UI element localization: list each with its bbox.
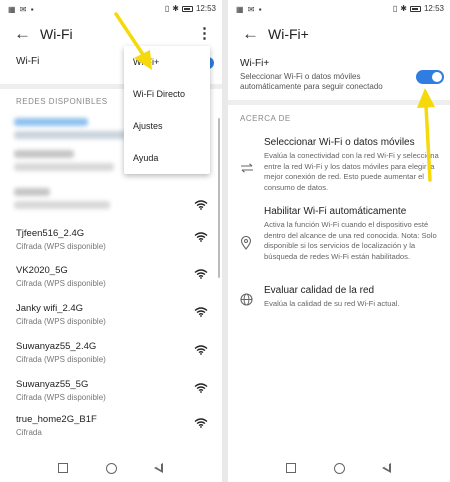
network-security: Cifrada [16, 428, 42, 437]
info-item-description: Evalúa la calidad de su red Wi-Fi actual… [264, 299, 400, 308]
network-list-item[interactable]: true_home2G_B1F Cifrada [16, 414, 212, 452]
wifi-signal-icon [194, 383, 208, 393]
status-time: 12:53 [423, 4, 444, 13]
swap-arrows-icon [241, 163, 253, 173]
wifi-signal-icon [194, 269, 208, 279]
about-header: ACERCA DE [240, 114, 291, 123]
overflow-menu-icon[interactable]: ⋮ [197, 25, 212, 43]
info-item-auto-enable: Habilitar Wi-Fi automáticamente Activa l… [264, 206, 442, 262]
recent-apps-icon[interactable] [286, 463, 296, 473]
status-bar: ▦ ✉ ▪ ▯ ✱ 12:53 [0, 0, 222, 20]
info-item-description: Evalúa la conectividad con la red Wi-Fi … [264, 151, 439, 192]
navigation-bar [0, 454, 222, 482]
network-name: Tjfeen516_2.4G [16, 228, 85, 239]
network-list-item[interactable]: Tjfeen516_2.4G Cifrada (WPS disponible) [16, 228, 212, 266]
home-icon[interactable] [334, 463, 345, 474]
wifi-plus-description: Seleccionar Wi-Fi o datos móviles automá… [240, 72, 383, 91]
network-security: Cifrada (WPS disponible) [16, 317, 106, 326]
vibrate-icon: ▯ [392, 4, 398, 13]
network-name: VK2020_5G [16, 265, 68, 276]
network-name: Suwanyaz55_2.4G [16, 341, 97, 352]
navigation-bar [228, 454, 450, 482]
info-item-evaluate-quality: Evaluar calidad de la red Evalúa la cali… [264, 285, 442, 310]
home-icon[interactable] [106, 463, 117, 474]
vibrate-icon: ▯ [164, 4, 170, 13]
bluetooth-icon: ✱ [400, 4, 407, 13]
info-item-title: Evaluar calidad de la red [264, 285, 375, 296]
network-security: Cifrada (WPS disponible) [16, 393, 106, 402]
wifi-signal-icon [194, 307, 208, 317]
available-networks-header: REDES DISPONIBLES [16, 97, 108, 106]
app-bar: ← Wi-Fi ⋮ [0, 22, 222, 48]
network-security: Cifrada (WPS disponible) [16, 279, 106, 288]
network-name: Suwanyaz55_5G [16, 379, 89, 390]
menu-item-help[interactable]: Ayuda [124, 142, 210, 174]
info-item-title: Seleccionar Wi-Fi o datos móviles [264, 137, 415, 148]
back-arrow-icon[interactable]: ← [242, 24, 259, 44]
nav-back-icon[interactable] [382, 463, 391, 473]
status-bar: ▦ ✉ ▪ ▯ ✱ 12:53 [228, 0, 450, 20]
divider [228, 100, 450, 105]
page-title: Wi-Fi+ [268, 26, 309, 42]
network-list-item[interactable]: Suwanyaz55_5G Cifrada (WPS disponible) [16, 379, 212, 417]
status-right-icons: ▯ ✱ 12:53 [165, 4, 216, 13]
network-name: true_home2G_B1F [16, 414, 97, 425]
nav-back-icon[interactable] [154, 463, 163, 473]
wifi-row-label: Wi-Fi [16, 56, 40, 67]
wifi-settings-screen: ▦ ✉ ▪ ▯ ✱ 12:53 ← Wi-Fi ⋮ Wi-Fi REDES DI… [0, 0, 222, 482]
network-list-item[interactable]: Janky wifi_2.4G Cifrada (WPS disponible) [16, 303, 212, 341]
menu-item-wifi-direct[interactable]: Wi-Fi Directo [124, 78, 210, 110]
network-security: Cifrada (WPS disponible) [16, 355, 106, 364]
masked-network-entry[interactable] [14, 188, 154, 214]
battery-icon [409, 5, 421, 12]
wifi-plus-title: Wi-Fi+ [240, 58, 270, 69]
status-right-icons: ▯ ✱ 12:53 [393, 4, 444, 13]
status-notification-icons: ▦ ✉ ▪ [8, 5, 35, 14]
scrollbar[interactable] [218, 118, 220, 278]
wifi-signal-icon [194, 345, 208, 355]
status-time: 12:53 [195, 4, 216, 13]
bluetooth-icon: ✱ [172, 4, 179, 13]
info-item-title: Habilitar Wi-Fi automáticamente [264, 206, 407, 217]
wifi-signal-icon [194, 200, 208, 210]
status-notification-icons: ▦ ✉ ▪ [236, 5, 263, 14]
overflow-dropdown-menu: Wi-Fi+ Wi-Fi Directo Ajustes Ayuda [124, 46, 210, 174]
wifi-plus-setting[interactable]: Wi-Fi+ Seleccionar Wi-Fi o datos móviles… [240, 58, 440, 92]
globe-icon [240, 293, 253, 306]
recent-apps-icon[interactable] [58, 463, 68, 473]
network-list-item[interactable]: Suwanyaz55_2.4G Cifrada (WPS disponible) [16, 341, 212, 379]
info-item-description: Activa la función Wi-Fi cuando el dispos… [264, 220, 437, 261]
location-pin-icon [240, 236, 252, 250]
wifi-signal-icon [194, 418, 208, 428]
wifi-signal-icon [194, 232, 208, 242]
info-item-select-network: Seleccionar Wi-Fi o datos móviles Evalúa… [264, 137, 442, 193]
network-list-item[interactable]: VK2020_5G Cifrada (WPS disponible) [16, 265, 212, 303]
page-title: Wi-Fi [40, 26, 73, 42]
battery-icon [181, 5, 193, 12]
network-name: Janky wifi_2.4G [16, 303, 84, 314]
wifi-plus-screen: ▦ ✉ ▪ ▯ ✱ 12:53 ← Wi-Fi+ Wi-Fi+ Seleccio… [228, 0, 450, 482]
app-bar: ← Wi-Fi+ [228, 22, 450, 48]
network-security: Cifrada (WPS disponible) [16, 242, 106, 251]
menu-item-wifi-plus[interactable]: Wi-Fi+ [124, 46, 210, 78]
back-arrow-icon[interactable]: ← [14, 24, 31, 44]
wifi-plus-toggle[interactable] [416, 70, 444, 84]
menu-item-settings[interactable]: Ajustes [124, 110, 210, 142]
